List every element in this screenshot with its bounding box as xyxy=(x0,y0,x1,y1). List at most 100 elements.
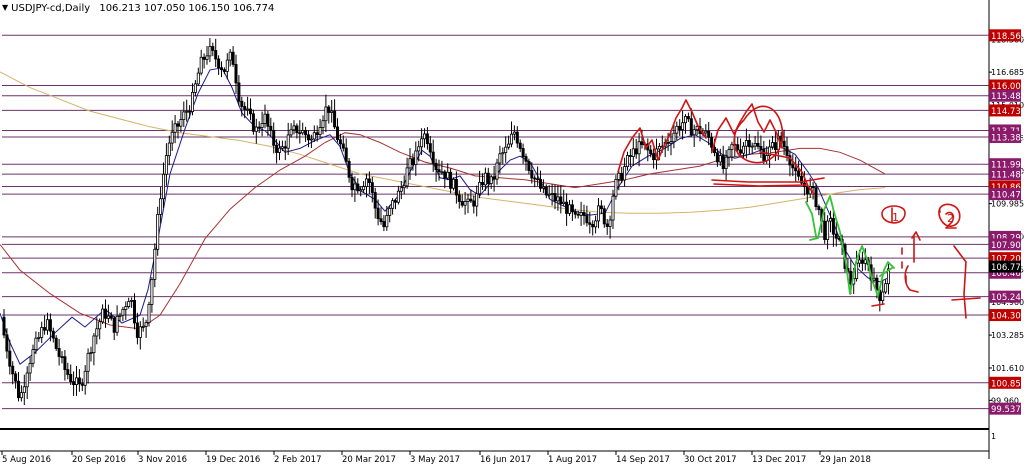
candle-body xyxy=(46,319,50,331)
candle-body xyxy=(72,381,76,386)
candle-body xyxy=(16,380,20,399)
candle-body xyxy=(817,206,821,211)
ohlc-open: 106.213 xyxy=(99,3,141,14)
candle-body xyxy=(434,162,438,171)
candle-body xyxy=(231,51,235,65)
candle-body xyxy=(544,186,548,196)
candle-body xyxy=(367,178,371,183)
candle-body xyxy=(141,325,145,328)
candle-body xyxy=(92,335,96,354)
x-tick-label: 3 May 2017 xyxy=(410,455,460,465)
candle-body xyxy=(86,352,90,372)
candle-body xyxy=(440,171,444,174)
price-level-label: 105.244 xyxy=(991,293,1024,303)
candle-body xyxy=(553,193,557,202)
candle-body xyxy=(132,299,136,324)
candle-body xyxy=(263,113,267,124)
candle-body xyxy=(411,158,415,165)
candle-body xyxy=(486,172,490,184)
candle-body xyxy=(759,145,763,150)
x-tick-label: 5 Aug 2016 xyxy=(2,455,51,465)
candle-body xyxy=(782,140,786,147)
candle-body xyxy=(173,123,177,133)
candle-body xyxy=(449,171,453,189)
candle-body xyxy=(338,139,342,145)
price-chart[interactable]: 118.360116.685115.010113.335111.660109.9… xyxy=(0,0,1024,466)
candle-body xyxy=(63,356,67,371)
candle-body xyxy=(286,134,290,149)
candle-body xyxy=(805,186,809,195)
candle-body xyxy=(422,133,426,140)
candle-body xyxy=(95,328,99,337)
candle-body xyxy=(512,131,516,135)
x-tick-label: 3 Nov 2016 xyxy=(138,455,187,465)
candle-body xyxy=(309,138,313,141)
candle-body xyxy=(22,386,26,393)
chart-canvas[interactable]: 118.360116.685115.010113.335111.660109.9… xyxy=(0,0,1024,466)
candle-body xyxy=(594,220,598,228)
price-level-label: 110.472 xyxy=(991,191,1024,201)
candle-body xyxy=(573,211,577,215)
candle-body xyxy=(721,155,725,170)
candle-body xyxy=(454,178,458,196)
candle-body xyxy=(37,336,41,339)
candle-body xyxy=(756,142,760,147)
candle-body xyxy=(396,190,400,203)
candle-body xyxy=(736,144,740,151)
candle-body xyxy=(164,155,168,175)
candle-body xyxy=(762,149,766,162)
candle-body xyxy=(176,123,180,127)
candle-body xyxy=(597,205,601,222)
candle-body xyxy=(222,69,226,72)
red-annotation-stroke xyxy=(901,247,907,283)
candle-body xyxy=(730,143,734,150)
candle-body xyxy=(591,223,595,228)
candle-body xyxy=(138,326,142,338)
candle-body xyxy=(75,377,79,385)
candle-body xyxy=(498,153,502,164)
candle-body xyxy=(159,198,163,215)
candle-body xyxy=(19,392,23,399)
candle-body xyxy=(727,149,731,158)
candle-body xyxy=(193,83,197,93)
subwindow-scale-label: 1 xyxy=(991,432,996,441)
price-level-label: 111.489 xyxy=(991,171,1024,181)
candle-body xyxy=(405,167,409,187)
collapse-triangle-icon[interactable]: ▼ xyxy=(2,2,8,14)
candle-body xyxy=(8,350,12,367)
candle-body xyxy=(457,194,461,202)
candle-body xyxy=(814,187,818,207)
candle-body xyxy=(631,148,635,158)
candle-body xyxy=(48,319,52,332)
candle-body xyxy=(550,193,554,195)
candle-body xyxy=(211,46,215,51)
candle-body xyxy=(623,166,627,181)
candle-body xyxy=(443,171,447,179)
candle-body xyxy=(266,113,270,127)
candle-body xyxy=(637,141,641,155)
candle-body xyxy=(121,308,125,316)
candle-body xyxy=(562,201,566,204)
candle-body xyxy=(823,220,827,240)
candle-body xyxy=(280,146,284,149)
candle-body xyxy=(521,148,525,158)
candle-body xyxy=(463,201,467,206)
candle-body xyxy=(115,315,119,333)
candle-body xyxy=(54,337,58,349)
candle-body xyxy=(283,146,287,149)
candle-body xyxy=(254,126,258,132)
candle-body xyxy=(672,132,676,143)
candle-body xyxy=(585,215,589,224)
x-tick-label: 19 Dec 2016 xyxy=(206,455,260,465)
price-level-label: 118.563 xyxy=(991,32,1024,42)
candle-body xyxy=(118,314,122,317)
candle-body xyxy=(649,149,653,155)
candle-body xyxy=(773,142,777,151)
candle-body xyxy=(69,373,73,382)
candle-body xyxy=(785,146,789,156)
candle-body xyxy=(858,259,862,264)
candle-body xyxy=(417,146,421,152)
candle-body xyxy=(167,142,171,157)
candle-body xyxy=(350,176,354,191)
candle-body xyxy=(565,201,569,214)
